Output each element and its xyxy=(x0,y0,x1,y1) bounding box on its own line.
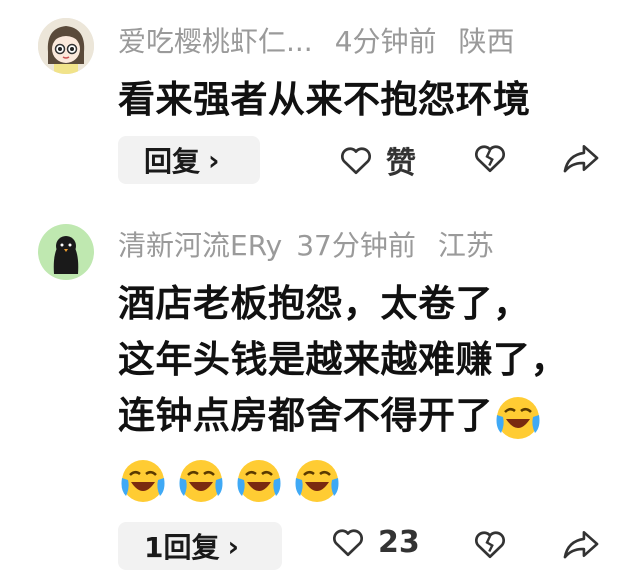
timestamp: 37分钟前 xyxy=(296,229,416,262)
laughing-crying-emoji-icon xyxy=(295,460,339,502)
reply-label: 1回复 xyxy=(144,531,220,564)
share-arrow-icon xyxy=(563,144,599,173)
dislike-button[interactable] xyxy=(472,526,508,562)
girl-cartoon-avatar-icon xyxy=(38,18,94,74)
comment-text: 酒店老板抱怨，太卷了， 这年头钱是越来越难赚了， 连钟点房都舍不得开了 xyxy=(118,276,568,444)
comment-line: 连钟点房都舍不得开了 xyxy=(118,388,568,444)
reply-label: 回复 xyxy=(144,145,201,178)
reply-button[interactable]: 1回复 › xyxy=(118,522,282,570)
comment-text: 看来强者从来不抱怨环境 xyxy=(118,72,531,128)
chevron-right-icon: › xyxy=(227,529,240,563)
laughing-crying-emoji-icon xyxy=(237,460,281,502)
comment-meta: 爱吃樱桃虾仁... 4分钟前 陕西 xyxy=(118,24,537,60)
location: 江苏 xyxy=(437,229,494,262)
username[interactable]: 爱吃樱桃虾仁... xyxy=(118,25,313,58)
username[interactable]: 清新河流ERy xyxy=(118,229,282,262)
chevron-right-icon: › xyxy=(208,143,220,177)
comment-meta: 清新河流ERy 37分钟前 江苏 xyxy=(118,228,516,264)
laughing-crying-emoji-icon xyxy=(121,460,165,502)
broken-heart-icon xyxy=(475,145,505,173)
dislike-button[interactable] xyxy=(472,140,508,176)
comment-line-text: 连钟点房都舍不得开了 xyxy=(118,394,493,437)
like-label: 赞 xyxy=(386,146,416,181)
location: 陕西 xyxy=(458,25,515,58)
like-button[interactable]: 23 xyxy=(330,524,420,560)
laughing-crying-emoji-icon xyxy=(179,460,223,502)
share-button[interactable] xyxy=(562,526,600,562)
timestamp: 4分钟前 xyxy=(334,25,437,58)
like-count: 23 xyxy=(378,524,420,560)
avatar[interactable] xyxy=(38,18,94,74)
heart-icon xyxy=(333,529,363,557)
broken-heart-icon xyxy=(475,531,505,559)
comment-line: 这年头钱是越来越难赚了， xyxy=(118,338,568,381)
comment-line: 酒店老板抱怨，太卷了， xyxy=(118,282,531,325)
comment-item: 爱吃樱桃虾仁... 4分钟前 陕西 看来强者从来不抱怨环境 回复 › 赞 xyxy=(0,0,640,200)
share-button[interactable] xyxy=(562,140,600,176)
share-arrow-icon xyxy=(563,530,599,559)
comment-line: 看来强者从来不抱怨环境 xyxy=(118,78,531,121)
avatar[interactable] xyxy=(38,224,94,280)
black-bird-avatar-icon xyxy=(38,224,94,280)
emoji-row xyxy=(118,456,342,506)
laughing-crying-emoji-icon xyxy=(496,396,540,439)
like-button[interactable]: 赞 xyxy=(338,138,416,182)
heart-icon xyxy=(341,147,371,175)
comment-item: 清新河流ERy 37分钟前 江苏 酒店老板抱怨，太卷了， 这年头钱是越来越难赚了， … xyxy=(0,200,640,570)
reply-button[interactable]: 回复 › xyxy=(118,136,260,184)
